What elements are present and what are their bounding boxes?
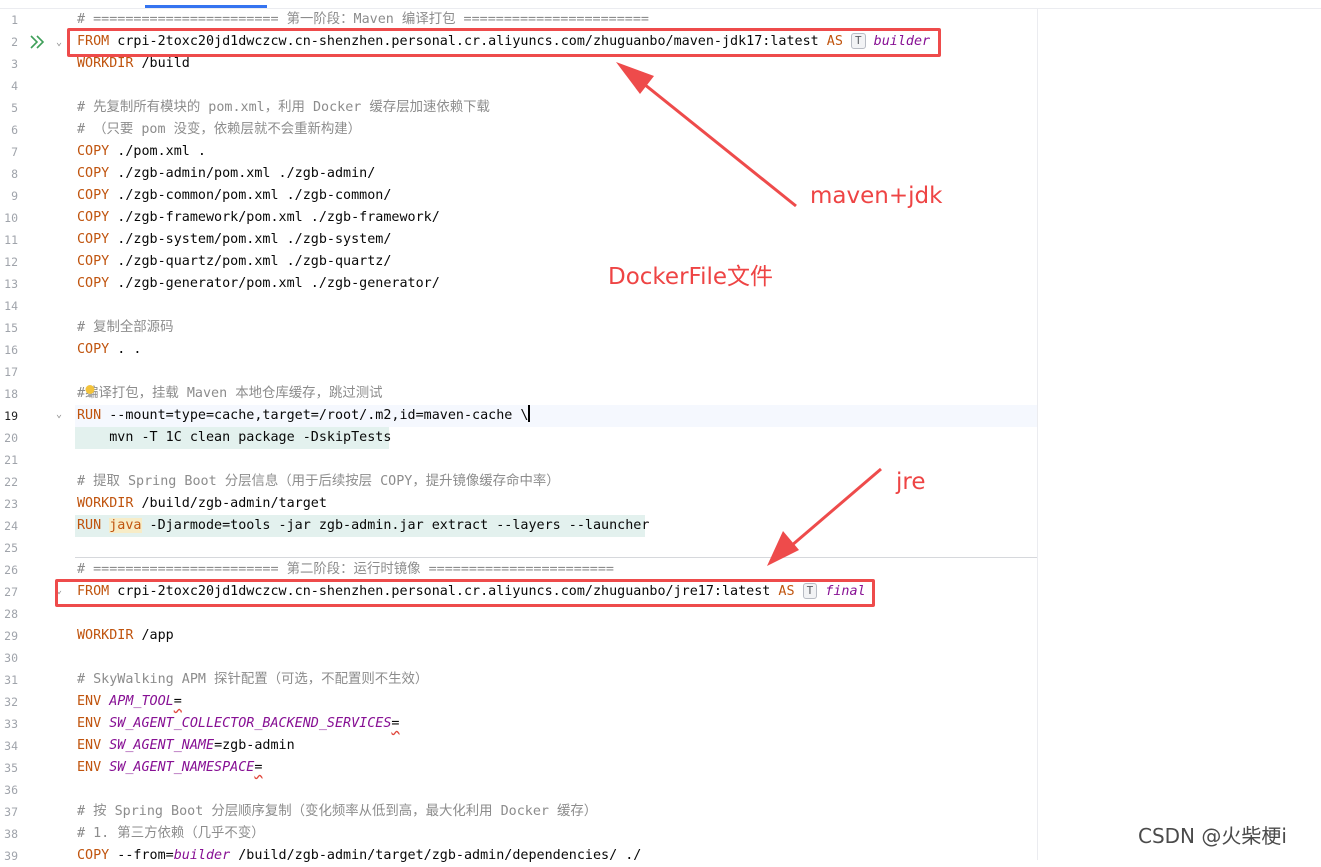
line-number: 31 (4, 673, 18, 687)
line-number: 7 (11, 145, 18, 159)
code-line-7: COPY ./pom.xml . (77, 144, 206, 159)
line-number: 9 (11, 189, 18, 203)
code-line-5: # 先复制所有模块的 pom.xml，利用 Docker 缓存层加速依赖下载 (77, 100, 490, 115)
line-number: 33 (4, 717, 18, 731)
line-number: 15 (4, 321, 18, 335)
editor-tab-bar (0, 0, 1321, 9)
lightbulb-icon[interactable] (84, 384, 96, 398)
annotation-jre: jre (896, 469, 926, 495)
code-line-12: COPY ./zgb-quartz/pom.xml ./zgb-quartz/ (77, 254, 392, 269)
annotation-maven-jdk: maven+jdk (810, 183, 943, 209)
line-number: 27 (4, 585, 18, 599)
code-line-37: # 按 Spring Boot 分层顺序复制（变化频率从低到高，最大化利用 Do… (77, 804, 598, 819)
watermark: CSDN @火柴梗i (1138, 824, 1287, 848)
code-line-15: # 复制全部源码 (77, 320, 174, 335)
code-line-31: # SkyWalking APM 探针配置（可选，不配置则不生效） (77, 672, 429, 687)
active-tab-indicator[interactable] (145, 5, 267, 8)
line-number: 35 (4, 761, 18, 775)
line-number: 39 (4, 849, 18, 863)
code-line-33: ENV SW_AGENT_COLLECTOR_BACKEND_SERVICES= (77, 716, 400, 731)
text-caret (528, 405, 530, 422)
line-number: 21 (4, 453, 18, 467)
line-number: 8 (11, 167, 18, 181)
fold-chevron-icon[interactable]: ⌄ (56, 410, 66, 420)
line-number: 6 (11, 123, 18, 137)
line-number: 29 (4, 629, 18, 643)
builder-stage-highlight-box (67, 28, 941, 57)
right-margin-guide (1037, 9, 1038, 860)
code-line-20: mvn -T 1C clean package -DskipTests (77, 430, 392, 445)
line-number: 14 (4, 299, 18, 313)
code-line-10: COPY ./zgb-framework/pom.xml ./zgb-frame… (77, 210, 440, 225)
line-number: 20 (4, 431, 18, 445)
line-number: 11 (4, 233, 18, 247)
line-number: 23 (4, 497, 18, 511)
line-number: 26 (4, 563, 18, 577)
code-line-24: RUN java -Djarmode=tools -jar zgb-admin.… (77, 518, 650, 533)
code-line-23: WORKDIR /build/zgb-admin/target (77, 496, 327, 511)
code-line-16: COPY . . (77, 342, 142, 357)
code-line-35: ENV SW_AGENT_NAMESPACE= (77, 760, 263, 775)
code-line-6: # （只要 pom 没变，依赖层就不会重新构建） (77, 122, 362, 137)
line-number: 16 (4, 343, 18, 357)
line-number: 19 (4, 409, 18, 423)
code-line-26: # ======================= 第二阶段：运行时镜像 ===… (77, 562, 614, 577)
line-number: 13 (4, 277, 18, 291)
code-line-39: COPY --from=builder /build/zgb-admin/tar… (77, 848, 642, 863)
code-line-13: COPY ./zgb-generator/pom.xml ./zgb-gener… (77, 276, 440, 291)
code-line-34: ENV SW_AGENT_NAME=zgb-admin (77, 738, 295, 753)
line-number: 32 (4, 695, 18, 709)
code-line-8: COPY ./zgb-admin/pom.xml ./zgb-admin/ (77, 166, 376, 181)
code-line-32: ENV APM_TOOL= (77, 694, 182, 709)
run-icon[interactable] (29, 34, 47, 50)
annotation-dockerfile: DockerFile文件 (608, 264, 774, 290)
line-number: 12 (4, 255, 18, 269)
code-line-29: WORKDIR /app (77, 628, 174, 643)
code-line-19[interactable]: RUN --mount=type=cache,target=/root/.m2,… (77, 405, 530, 427)
code-line-22: # 提取 Spring Boot 分层信息（用于后续按层 COPY，提升镜像缓存… (77, 474, 560, 489)
code-line-38: # 1. 第三方依赖（几乎不变） (77, 826, 265, 841)
line-number: 36 (4, 783, 18, 797)
line-number: 34 (4, 739, 18, 753)
line-number: 25 (4, 541, 18, 555)
line-number: 3 (11, 57, 18, 71)
line-number: 1 (11, 13, 18, 27)
code-line-9: COPY ./zgb-common/pom.xml ./zgb-common/ (77, 188, 392, 203)
code-line-11: COPY ./zgb-system/pom.xml ./zgb-system/ (77, 232, 392, 247)
code-line-18: #编译打包，挂载 Maven 本地仓库缓存，跳过测试 (77, 386, 383, 401)
line-number: 18 (4, 387, 18, 401)
line-number: 30 (4, 651, 18, 665)
stage-separator (75, 557, 1037, 558)
line-number: 24 (4, 519, 18, 533)
line-number: 5 (11, 101, 18, 115)
line-number: 17 (4, 365, 18, 379)
fold-chevron-icon[interactable]: ⌄ (56, 38, 66, 48)
line-number: 4 (11, 79, 18, 93)
line-number: 28 (4, 607, 18, 621)
line-number: 38 (4, 827, 18, 841)
final-stage-highlight-box (55, 579, 875, 607)
line-number: 22 (4, 475, 18, 489)
line-number: 2 (11, 35, 18, 49)
line-number: 37 (4, 805, 18, 819)
line-number: 10 (4, 211, 18, 225)
